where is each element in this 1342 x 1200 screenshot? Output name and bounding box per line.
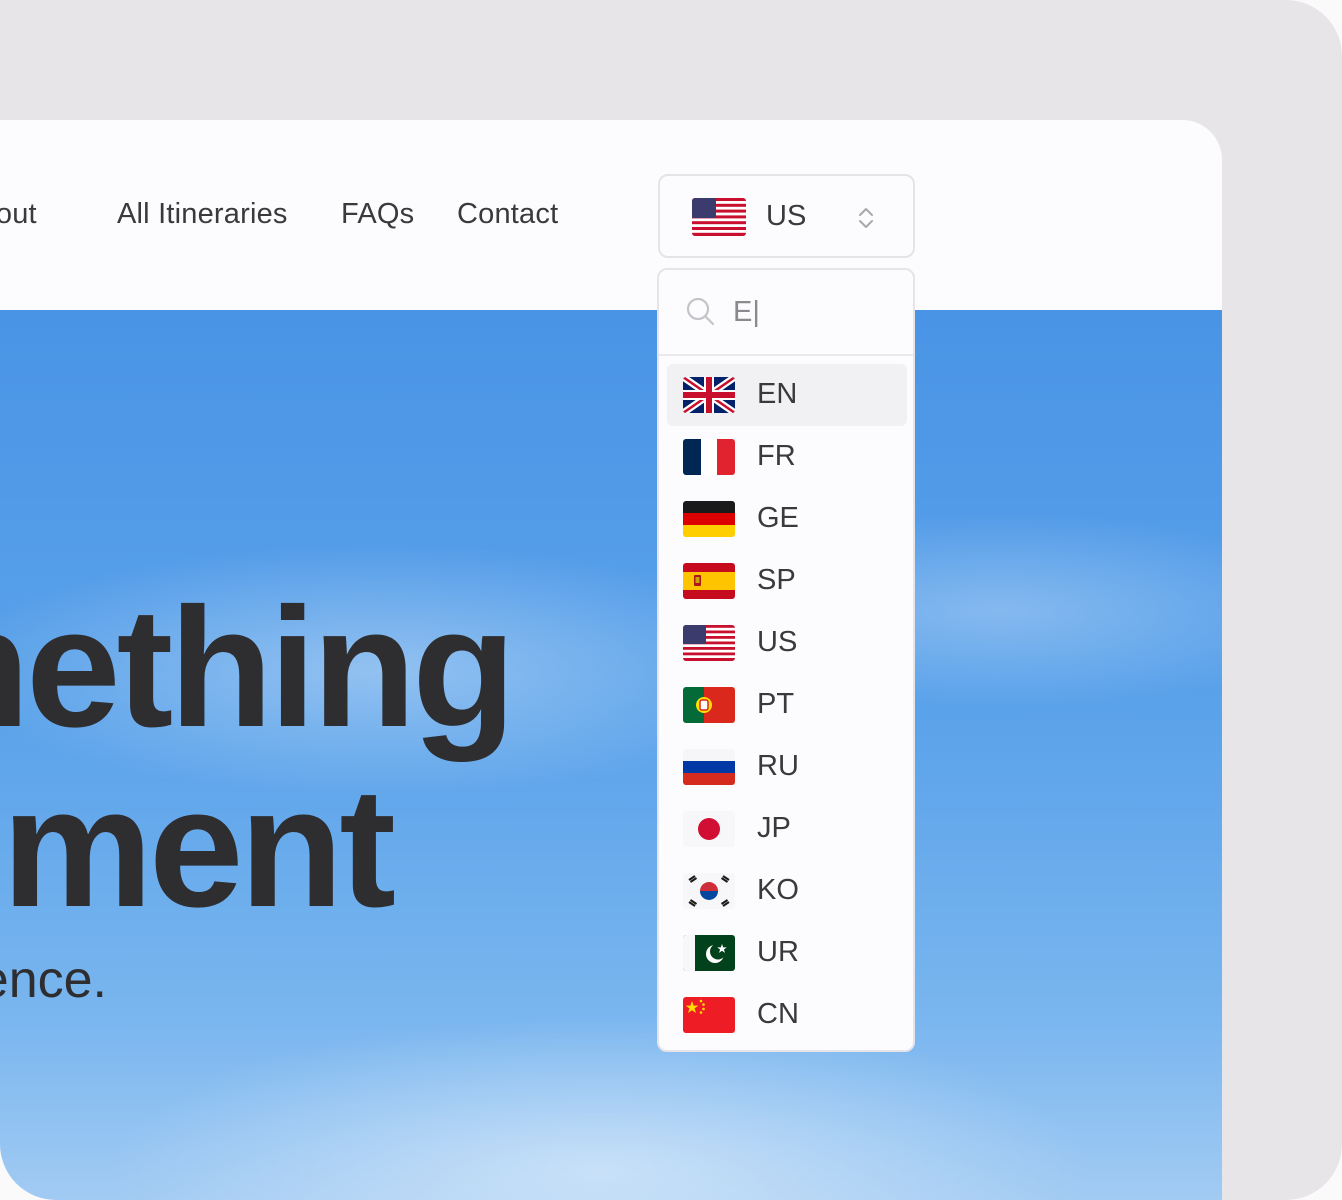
hero-subtitle: Experience.	[0, 951, 107, 1009]
language-code: CN	[757, 998, 799, 1030]
language-option-ko[interactable]: KO	[667, 860, 907, 922]
language-search-input[interactable]	[733, 292, 893, 332]
language-option-us[interactable]: US	[667, 612, 907, 674]
language-list: EN FR GE SP US PT RU JP KO UR CN	[667, 364, 907, 1046]
spain-flag-icon	[683, 563, 735, 599]
language-code: KO	[757, 874, 799, 906]
dropdown-search-row	[659, 270, 913, 356]
language-select[interactable]: US	[658, 174, 915, 258]
germany-flag-icon	[683, 501, 735, 537]
us-flag-icon	[683, 625, 735, 661]
language-option-ge[interactable]: GE	[667, 488, 907, 550]
us-flag-icon	[692, 198, 746, 236]
language-option-sp[interactable]: SP	[667, 550, 907, 612]
russia-flag-icon	[683, 749, 735, 785]
language-dropdown: EN FR	[657, 268, 915, 1052]
language-code: PT	[757, 688, 795, 720]
language-option-ru[interactable]: RU	[667, 736, 907, 798]
korea-flag-icon	[683, 873, 735, 909]
hero-title-line-2: Moment	[0, 753, 396, 943]
nav-link-faqs[interactable]: FAQs	[341, 198, 414, 231]
nav-link-about[interactable]: About	[0, 198, 37, 231]
browser-window: About All Itineraries FAQs Contact Somet…	[0, 120, 1222, 1200]
language-code: UR	[757, 936, 799, 968]
language-option-cn[interactable]: CN	[667, 984, 907, 1046]
language-code: RU	[757, 750, 799, 782]
hero-title-line-1: Something	[0, 573, 516, 763]
outer-frame: About All Itineraries FAQs Contact Somet…	[0, 0, 1342, 1200]
language-code: EN	[757, 378, 798, 410]
language-code: FR	[757, 440, 796, 472]
hero-section: Something Moment Experience.	[0, 310, 1222, 1200]
nav-link-contact[interactable]: Contact	[457, 198, 558, 231]
search-icon	[686, 297, 715, 326]
japan-flag-icon	[683, 811, 735, 847]
nav-link-all-itineraries[interactable]: All Itineraries	[117, 198, 288, 231]
france-flag-icon	[683, 439, 735, 475]
language-option-ur[interactable]: UR	[667, 922, 907, 984]
language-code: JP	[757, 812, 791, 844]
china-flag-icon	[683, 997, 735, 1033]
uk-flag-icon	[683, 377, 735, 413]
language-code: GE	[757, 502, 799, 534]
language-option-fr[interactable]: FR	[667, 426, 907, 488]
selected-language-code: US	[766, 200, 807, 232]
language-option-pt[interactable]: PT	[667, 674, 907, 736]
language-option-jp[interactable]: JP	[667, 798, 907, 860]
pakistan-flag-icon	[683, 935, 735, 971]
portugal-flag-icon	[683, 687, 735, 723]
language-code: US	[757, 626, 798, 658]
language-code: SP	[757, 564, 796, 596]
chevron-up-down-icon	[859, 208, 873, 228]
top-navigation-bar: About All Itineraries FAQs Contact	[0, 120, 1222, 310]
language-option-en[interactable]: EN	[667, 364, 907, 426]
